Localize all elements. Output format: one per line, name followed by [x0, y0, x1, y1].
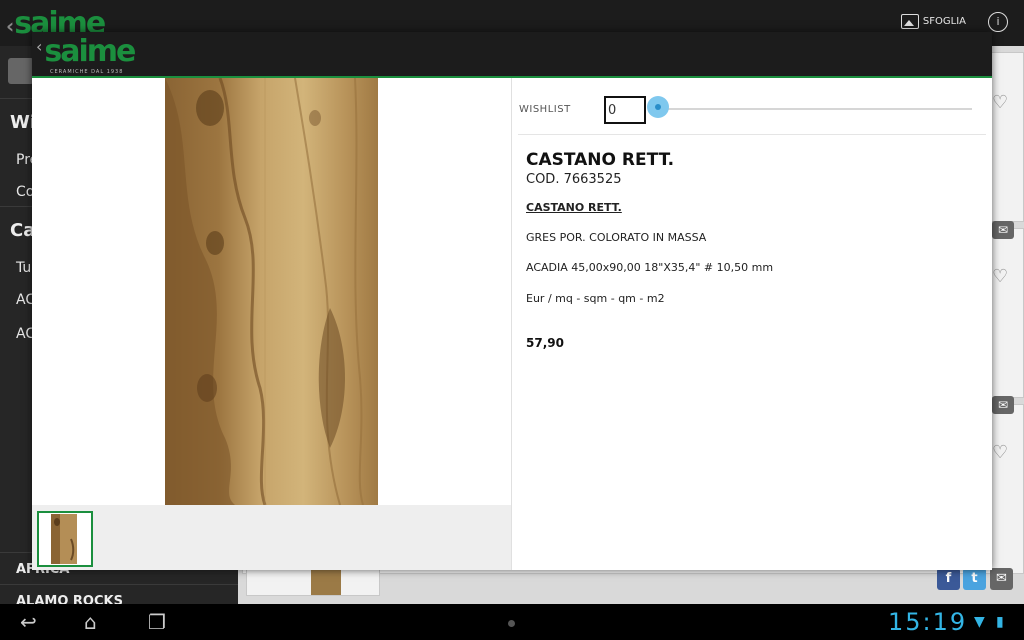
product-size: ACADIA 45,00x90,00 18"X35,4" # 10,50 mm [526, 261, 774, 274]
logo-text: saime [44, 34, 136, 69]
thumbnail-image [51, 514, 77, 564]
wishlist-add-icon[interactable]: ♡ [992, 442, 1014, 464]
twitter-icon[interactable]: t [963, 568, 986, 590]
product-unit: Eur / mq - sqm - qm - m2 [526, 292, 665, 305]
back-chevron-icon: ‹ [36, 37, 43, 56]
facebook-icon[interactable]: f [937, 568, 960, 590]
wishlist-slider-track[interactable] [658, 108, 972, 110]
thumbnail-strip [32, 505, 511, 570]
product-code: COD. 7663525 [526, 172, 622, 187]
divider [518, 134, 986, 135]
wifi-icon: ▼ [974, 614, 985, 630]
dialog-logo[interactable]: ‹ saime CERAMICHE DAL 1938 [36, 34, 136, 76]
battery-icon: ▮ [996, 614, 1004, 630]
wishlist-quantity-input[interactable] [604, 96, 646, 124]
home-icon[interactable]: ⌂ [84, 610, 97, 634]
recent-apps-icon[interactable]: ❐ [148, 610, 166, 634]
image-icon [900, 14, 919, 29]
info-icon[interactable]: i [988, 12, 1008, 32]
wishlist-slider-handle[interactable] [647, 96, 669, 118]
sidebar-item-alamo-rocks[interactable]: ALAMO ROCKS [16, 594, 123, 604]
product-name-link[interactable]: CASTANO RETT. [526, 201, 622, 214]
product-price: 57,90 [526, 336, 564, 350]
wishlist-add-icon[interactable]: ♡ [992, 92, 1014, 114]
thumbnail-selected[interactable] [37, 511, 93, 567]
logo-subtitle: CERAMICHE DAL 1938 [50, 69, 124, 75]
product-title: CASTANO RETT. [526, 150, 675, 170]
system-nav-bar: ↩ ⌂ ❐ 15:19 ▼ ▮ [0, 604, 1024, 640]
sidebar-toggle-button[interactable] [8, 58, 34, 84]
product-thumbnail [311, 569, 341, 595]
mail-icon[interactable]: ✉ [992, 221, 1014, 239]
image-pane [32, 78, 511, 570]
back-chevron-icon: ‹ [6, 14, 14, 38]
product-material: GRES POR. COLORATO IN MASSA [526, 231, 707, 244]
sfoglia-label: SFOGLIA [922, 16, 966, 27]
product-image[interactable] [165, 78, 378, 505]
dialog-header: ‹ saime CERAMICHE DAL 1938 [32, 32, 992, 78]
sidebar-item[interactable]: Tu [16, 260, 31, 276]
clock: 15:19 [888, 608, 968, 636]
sfoglia-button[interactable]: SFOGLIA [900, 14, 966, 29]
details-pane: WISHLIST CASTANO RETT. COD. 7663525 CAST… [512, 78, 992, 570]
mail-icon[interactable]: ✉ [992, 396, 1014, 414]
product-detail-dialog: ‹ saime CERAMICHE DAL 1938 WISHLIST 0 CA… [32, 32, 992, 570]
product-thumb-card[interactable] [246, 568, 380, 596]
menu-dot-icon[interactable] [508, 620, 515, 627]
wishlist-label: WISHLIST [519, 104, 571, 115]
divider [0, 584, 238, 585]
mail-icon[interactable]: ✉ [990, 568, 1013, 590]
wishlist-add-icon[interactable]: ♡ [992, 266, 1014, 288]
back-icon[interactable]: ↩ [20, 610, 37, 634]
